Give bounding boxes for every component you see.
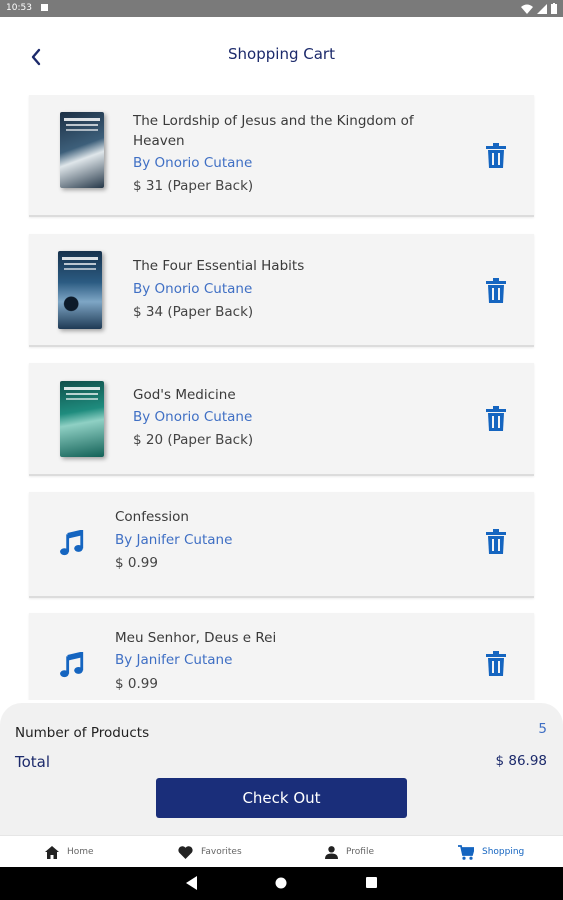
nav-shopping[interactable]: Shopping — [458, 836, 524, 868]
item-author[interactable]: By Janifer Cutane — [115, 532, 232, 548]
nav-profile[interactable]: Profile — [325, 836, 374, 868]
music-note-icon — [60, 652, 84, 678]
item-title: Confession — [115, 509, 189, 525]
item-author[interactable]: By Onorio Cutane — [133, 155, 252, 171]
bottom-nav: Home Favorites Profile Shopping — [0, 835, 563, 868]
home-icon — [45, 845, 59, 859]
cart-list[interactable]: The Lordship of Jesus and the Kingdom of… — [0, 95, 563, 700]
battery-icon — [551, 3, 557, 14]
nav-favorites-label: Favorites — [201, 847, 242, 857]
total-value: $ 86.98 — [495, 753, 547, 769]
nav-home-label: Home — [67, 847, 94, 857]
item-author[interactable]: By Onorio Cutane — [133, 409, 252, 425]
item-title: Meu Senhor, Deus e Rei — [115, 630, 277, 646]
system-nav-bar — [0, 867, 563, 900]
cart-item[interactable]: God's Medicine By Onorio Cutane $ 20 (Pa… — [29, 363, 534, 476]
signal-icon — [537, 3, 547, 14]
item-price: $ 31 (Paper Back) — [133, 178, 254, 194]
item-price: $ 20 (Paper Back) — [133, 432, 254, 448]
book-cover-image — [60, 381, 104, 457]
cart-item[interactable]: The Lordship of Jesus and the Kingdom of… — [29, 95, 534, 217]
checkout-button[interactable]: Check Out — [156, 778, 407, 818]
status-time: 10:53 — [6, 3, 32, 13]
products-count-label: Number of Products — [15, 725, 150, 741]
item-title: The Four Essential Habits — [133, 258, 305, 274]
back-triangle-icon[interactable] — [186, 876, 198, 890]
trash-icon[interactable] — [485, 143, 507, 169]
nav-shopping-label: Shopping — [482, 847, 525, 857]
cart-item[interactable]: The Four Essential Habits By Onorio Cuta… — [29, 234, 534, 347]
person-icon — [325, 845, 338, 859]
trash-icon[interactable] — [485, 651, 507, 677]
order-summary: Number of Products 5 Total $ 86.98 Check… — [0, 703, 563, 835]
trash-icon[interactable] — [485, 529, 507, 555]
music-note-icon — [60, 530, 84, 556]
item-price: $ 34 (Paper Back) — [133, 304, 254, 320]
cart-item[interactable]: Meu Senhor, Deus e Rei By Janifer Cutane… — [29, 613, 534, 700]
status-bar: 10:53 — [0, 0, 563, 17]
item-author[interactable]: By Janifer Cutane — [115, 652, 232, 668]
total-label: Total — [15, 753, 51, 771]
home-circle-icon[interactable] — [275, 877, 287, 889]
notification-icon — [41, 4, 48, 11]
item-author[interactable]: By Onorio Cutane — [133, 281, 252, 297]
heart-icon — [178, 845, 193, 859]
item-title: The Lordship of Jesus and the Kingdom of… — [133, 113, 414, 149]
item-title: God's Medicine — [133, 387, 236, 403]
page-title: Shopping Cart — [228, 45, 335, 63]
recents-square-icon[interactable] — [366, 877, 377, 888]
nav-home[interactable]: Home — [45, 836, 94, 868]
cart-icon — [458, 844, 474, 860]
wifi-icon — [521, 4, 533, 14]
trash-icon[interactable] — [485, 406, 507, 432]
app-header: Shopping Cart — [0, 17, 563, 95]
book-cover-image — [58, 251, 102, 329]
trash-icon[interactable] — [485, 278, 507, 304]
products-count-value: 5 — [538, 721, 547, 737]
nav-profile-label: Profile — [346, 847, 374, 857]
item-price: $ 0.99 — [115, 555, 158, 571]
item-price: $ 0.99 — [115, 676, 158, 692]
book-cover-image — [60, 112, 104, 188]
nav-favorites[interactable]: Favorites — [178, 836, 242, 868]
cart-item[interactable]: Confession By Janifer Cutane $ 0.99 — [29, 492, 534, 598]
